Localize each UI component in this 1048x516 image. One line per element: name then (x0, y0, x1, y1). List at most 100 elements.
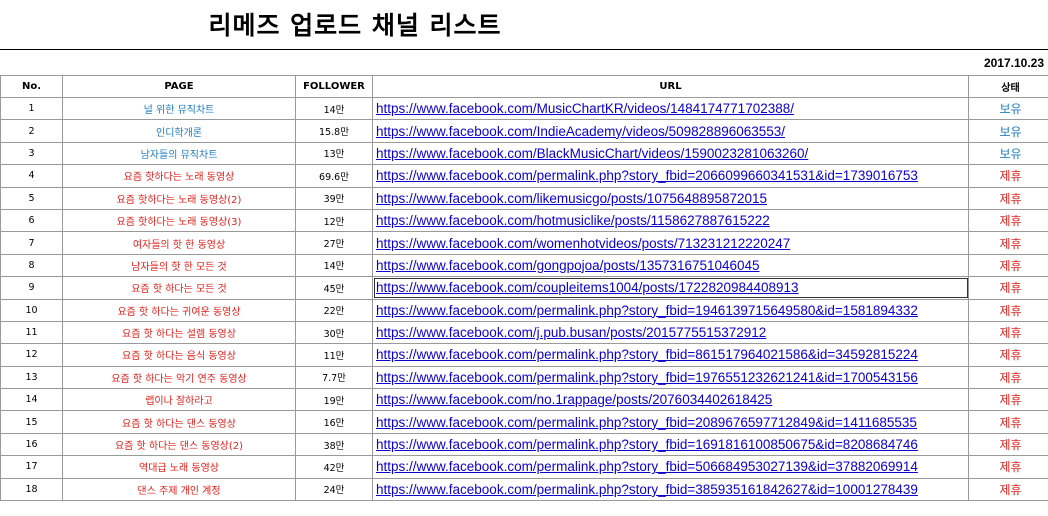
page-name-cell[interactable]: 남자들의 뮤직차트 (62, 141, 296, 166)
follower-count-cell[interactable]: 69.6만 (295, 164, 373, 188)
page-name-cell[interactable]: 인디학개론 (62, 119, 296, 143)
follower-count-cell[interactable]: 7.7만 (295, 365, 373, 390)
url-cell[interactable]: https://www.facebook.com/permalink.php?s… (372, 164, 969, 188)
status-cell[interactable]: 제휴 (968, 343, 1048, 367)
row-number-cell[interactable]: 18 (0, 477, 63, 502)
url-link[interactable]: https://www.facebook.com/likemusicgo/pos… (376, 191, 767, 206)
column-header-follower[interactable]: FOLLOWER (295, 75, 373, 98)
column-header-status[interactable]: 상태 (968, 75, 1048, 98)
url-cell[interactable]: https://www.facebook.com/MusicChartKR/vi… (372, 96, 969, 121)
column-header-page[interactable]: PAGE (62, 75, 296, 98)
url-cell[interactable]: https://www.facebook.com/permalink.php?s… (372, 455, 969, 479)
row-number-cell[interactable]: 10 (0, 298, 63, 322)
follower-count-cell[interactable]: 11만 (295, 343, 373, 367)
url-cell[interactable]: https://www.facebook.com/IndieAcademy/vi… (372, 119, 969, 143)
status-cell[interactable]: 제휴 (968, 410, 1048, 434)
url-link[interactable]: https://www.facebook.com/coupleitems1004… (376, 280, 799, 295)
status-cell[interactable]: 제휴 (968, 298, 1048, 322)
page-name-cell[interactable]: 여자들의 핫 한 동영상 (62, 231, 296, 255)
url-link[interactable]: https://www.facebook.com/no.1rappage/pos… (376, 392, 772, 407)
row-number-cell[interactable]: 2 (0, 119, 63, 143)
url-cell[interactable]: https://www.facebook.com/likemusicgo/pos… (372, 186, 969, 210)
url-link[interactable]: https://www.facebook.com/permalink.php?s… (376, 437, 918, 452)
page-name-cell[interactable]: 요즘 핫 하다는 모든 것 (62, 276, 296, 300)
url-link[interactable]: https://www.facebook.com/permalink.php?s… (376, 303, 918, 318)
url-link[interactable]: https://www.facebook.com/MusicChartKR/vi… (376, 101, 794, 116)
status-cell[interactable]: 제휴 (968, 455, 1048, 479)
row-number-cell[interactable]: 12 (0, 343, 63, 367)
status-cell[interactable]: 제휴 (968, 365, 1048, 390)
follower-count-cell[interactable]: 14만 (295, 253, 373, 278)
url-cell[interactable]: https://www.facebook.com/hotmusiclike/po… (372, 208, 969, 233)
row-number-cell[interactable]: 7 (0, 231, 63, 255)
url-link[interactable]: https://www.facebook.com/permalink.php?s… (376, 347, 918, 362)
row-number-cell[interactable]: 8 (0, 253, 63, 278)
status-cell[interactable]: 제휴 (968, 208, 1048, 233)
row-number-cell[interactable]: 4 (0, 164, 63, 188)
page-name-cell[interactable]: 요즘 핫하다는 노래 동영상(2) (62, 186, 296, 210)
status-cell[interactable]: 보유 (968, 96, 1048, 121)
page-name-cell[interactable]: 역대급 노래 동영상 (62, 455, 296, 479)
page-name-cell[interactable]: 댄스 주제 개인 계정 (62, 477, 296, 502)
row-number-cell[interactable]: 17 (0, 455, 63, 479)
status-cell[interactable]: 제휴 (968, 388, 1048, 412)
status-cell[interactable]: 제휴 (968, 253, 1048, 278)
row-number-cell[interactable]: 9 (0, 276, 63, 300)
page-name-cell[interactable]: 요즘 핫 하다는 댄스 동영상 (62, 410, 296, 434)
status-cell[interactable]: 제휴 (968, 432, 1048, 457)
row-number-cell[interactable]: 5 (0, 186, 63, 210)
follower-count-cell[interactable]: 38만 (295, 432, 373, 457)
follower-count-cell[interactable]: 15.8만 (295, 119, 373, 143)
follower-count-cell[interactable]: 22만 (295, 298, 373, 322)
url-link[interactable]: https://www.facebook.com/womenhotvideos/… (376, 236, 790, 251)
follower-count-cell[interactable]: 19만 (295, 388, 373, 412)
status-cell[interactable]: 제휴 (968, 276, 1048, 300)
page-name-cell[interactable]: 요즘 핫하다는 노래 동영상(3) (62, 208, 296, 233)
page-name-cell[interactable]: 요즘 핫 하다는 음식 동영상 (62, 343, 296, 367)
row-number-cell[interactable]: 11 (0, 320, 63, 345)
url-cell[interactable]: https://www.facebook.com/no.1rappage/pos… (372, 388, 969, 412)
follower-count-cell[interactable]: 39만 (295, 186, 373, 210)
url-cell[interactable]: https://www.facebook.com/womenhotvideos/… (372, 231, 969, 255)
row-number-cell[interactable]: 1 (0, 96, 63, 121)
url-cell[interactable]: https://www.facebook.com/j.pub.busan/pos… (372, 320, 969, 345)
follower-count-cell[interactable]: 30만 (295, 320, 373, 345)
follower-count-cell[interactable]: 12만 (295, 208, 373, 233)
url-cell[interactable]: https://www.facebook.com/coupleitems1004… (372, 276, 969, 300)
status-cell[interactable]: 제휴 (968, 477, 1048, 502)
follower-count-cell[interactable]: 42만 (295, 455, 373, 479)
column-header-no[interactable]: No. (0, 75, 63, 98)
url-link[interactable]: https://www.facebook.com/j.pub.busan/pos… (376, 325, 766, 340)
url-link[interactable]: https://www.facebook.com/permalink.php?s… (376, 459, 918, 474)
row-number-cell[interactable]: 14 (0, 388, 63, 412)
url-cell[interactable]: https://www.facebook.com/permalink.php?s… (372, 477, 969, 502)
page-name-cell[interactable]: 요즘 핫 하다는 귀여운 동영상 (62, 298, 296, 322)
url-cell[interactable]: https://www.facebook.com/permalink.php?s… (372, 298, 969, 322)
url-link[interactable]: https://www.facebook.com/permalink.php?s… (376, 415, 917, 430)
page-name-cell[interactable]: 랩이나 잘하라고 (62, 388, 296, 412)
follower-count-cell[interactable]: 24만 (295, 477, 373, 502)
url-link[interactable]: https://www.facebook.com/gongpojoa/posts… (376, 258, 760, 273)
url-cell[interactable]: https://www.facebook.com/permalink.php?s… (372, 432, 969, 457)
page-name-cell[interactable]: 널 위한 뮤직차트 (62, 96, 296, 121)
follower-count-cell[interactable]: 16만 (295, 410, 373, 434)
row-number-cell[interactable]: 15 (0, 410, 63, 434)
url-cell[interactable]: https://www.facebook.com/BlackMusicChart… (372, 141, 969, 166)
url-link[interactable]: https://www.facebook.com/hotmusiclike/po… (376, 213, 770, 228)
page-name-cell[interactable]: 요즘 핫 하다는 설렘 동영상 (62, 320, 296, 345)
row-number-cell[interactable]: 3 (0, 141, 63, 166)
url-link[interactable]: https://www.facebook.com/permalink.php?s… (376, 168, 918, 183)
follower-count-cell[interactable]: 14만 (295, 96, 373, 121)
url-link[interactable]: https://www.facebook.com/permalink.php?s… (376, 482, 918, 497)
row-number-cell[interactable]: 13 (0, 365, 63, 390)
status-cell[interactable]: 보유 (968, 141, 1048, 166)
status-cell[interactable]: 제휴 (968, 320, 1048, 345)
row-number-cell[interactable]: 16 (0, 432, 63, 457)
url-cell[interactable]: https://www.facebook.com/permalink.php?s… (372, 410, 969, 434)
url-cell[interactable]: https://www.facebook.com/permalink.php?s… (372, 365, 969, 390)
follower-count-cell[interactable]: 13만 (295, 141, 373, 166)
url-cell[interactable]: https://www.facebook.com/gongpojoa/posts… (372, 253, 969, 278)
url-cell[interactable]: https://www.facebook.com/permalink.php?s… (372, 343, 969, 367)
status-cell[interactable]: 제휴 (968, 186, 1048, 210)
row-number-cell[interactable]: 6 (0, 208, 63, 233)
